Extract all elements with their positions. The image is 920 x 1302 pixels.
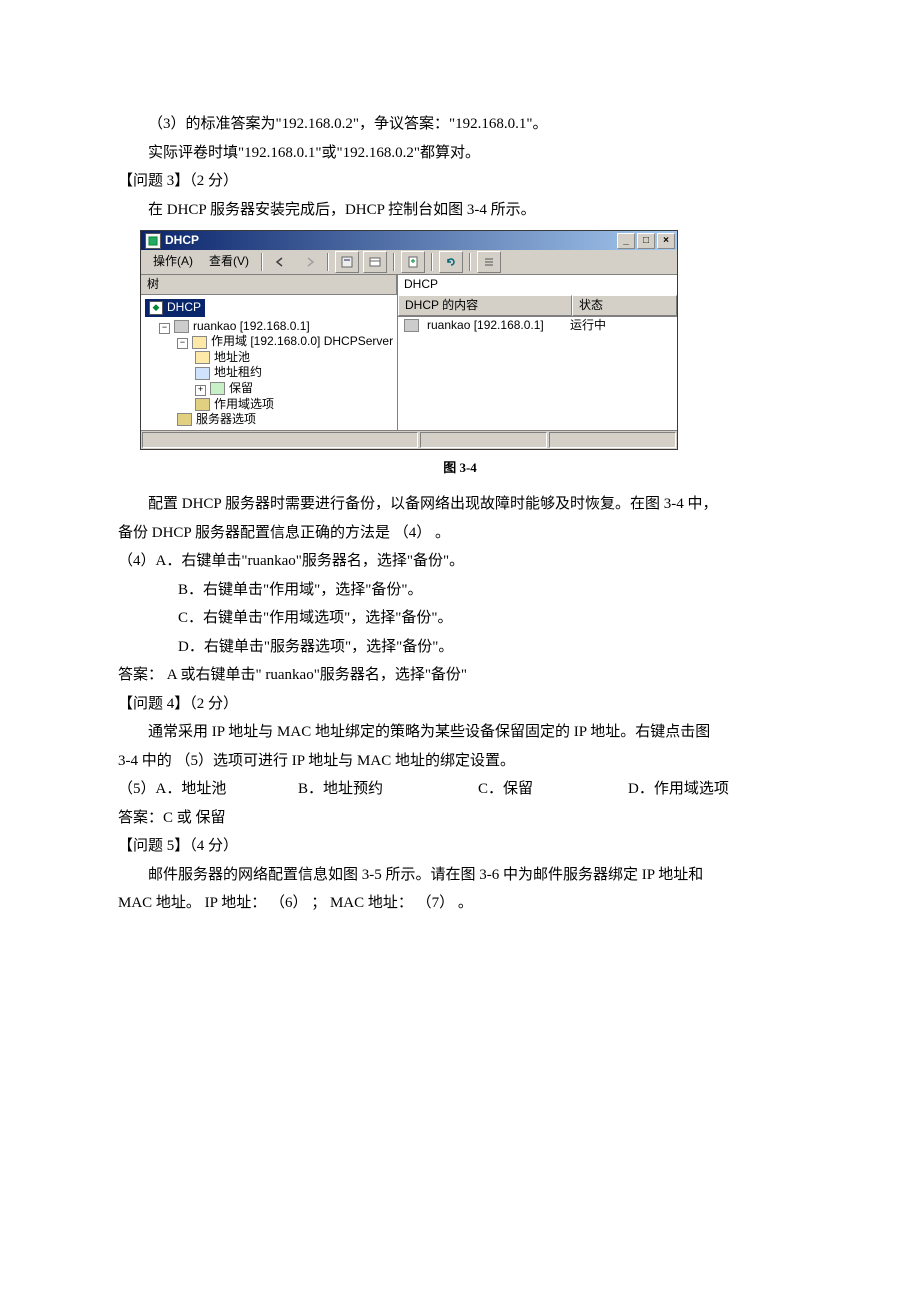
separator [327,253,329,271]
export-icon[interactable] [401,251,425,273]
app-icon [145,233,161,249]
option-5-row: （5）A．地址池 B．地址预约 C．保留 D．作用域选项 [118,775,802,804]
question-5-label: 【问题 5】（4 分） [118,832,802,861]
tree-scope-options[interactable]: 作用域选项 [141,397,397,413]
tree-reserve[interactable]: +保留 [141,381,397,397]
toolbar-icon[interactable] [363,251,387,273]
col-content[interactable]: DHCP 的内容 [398,295,572,317]
menubar: 操作(A) 查看(V) [141,250,677,275]
question-3-label: 【问题 3】（2 分） [118,167,802,196]
separator [431,253,433,271]
option-4c: C．右键单击"作用域选项"，选择"备份"。 [118,604,802,633]
back-button[interactable] [269,251,293,273]
separator [469,253,471,271]
reserve-icon [210,382,225,395]
expand-icon[interactable]: + [195,385,206,396]
maximize-button[interactable]: □ [637,233,655,249]
lease-icon [195,367,210,380]
menu-view[interactable]: 查看(V) [203,252,255,272]
server-icon [174,320,189,333]
list-header: DHCP 的内容 状态 [398,295,677,318]
option-5b: B．地址预约 [298,775,478,804]
folder-icon [195,351,210,364]
refresh-icon[interactable] [439,251,463,273]
question-5-text: 邮件服务器的网络配置信息如图 3-5 所示。请在图 3-6 中为邮件服务器绑定 … [118,861,802,890]
question-3-text: 在 DHCP 服务器安装完成后，DHCP 控制台如图 3-4 所示。 [118,196,802,225]
question-4-text: 通常采用 IP 地址与 MAC 地址绑定的策略为某些设备保留固定的 IP 地址。… [118,718,802,747]
list-title: DHCP [398,275,677,295]
col-status[interactable]: 状态 [572,295,677,317]
option-5c: C．保留 [478,775,628,804]
answer-4: 答案： A 或右键单击" ruankao"服务器名，选择"备份" [118,661,802,690]
option-5a: （5）A．地址池 [118,775,298,804]
figure-caption: 图 3-4 [118,456,802,481]
dhcp-console-window: DHCP _ □ × 操作(A) 查看(V) [140,230,678,450]
console-body: 树 ◆DHCP −ruankao [192.168.0.1] −作用域 [192… [141,275,677,430]
tree-scope[interactable]: −作用域 [192.168.0.0] DHCPServer [141,334,397,350]
question-5-text: MAC 地址。 IP 地址： （6） ； MAC 地址： （7） 。 [118,889,802,918]
list-icon[interactable] [477,251,501,273]
collapse-icon[interactable]: − [159,323,170,334]
paragraph: 实际评卷时填"192.168.0.1"或"192.168.0.2"都算对。 [118,139,802,168]
collapse-icon[interactable]: − [177,338,188,349]
tree-header: 树 [141,275,397,295]
forward-button[interactable] [297,251,321,273]
minimize-button[interactable]: _ [617,233,635,249]
separator [261,253,263,271]
window-title: DHCP [165,233,199,249]
tree-lease[interactable]: 地址租约 [141,365,397,381]
list-row[interactable]: ruankao [192.168.0.1] 运行中 [398,317,677,335]
server-icon [404,319,419,332]
list-pane[interactable]: DHCP DHCP 的内容 状态 ruankao [192.168.0.1] 运… [398,275,677,430]
close-button[interactable]: × [657,233,675,249]
gear-icon [195,398,210,411]
folder-icon [192,336,207,349]
paragraph: （3）的标准答案为"192.168.0.2"，争议答案："192.168.0.1… [118,110,802,139]
paragraph: 配置 DHCP 服务器时需要进行备份，以备网络出现故障时能够及时恢复。在图 3-… [118,490,802,519]
answer-5: 答案：C 或 保留 [118,804,802,833]
titlebar: DHCP _ □ × [141,231,677,250]
tree-pane[interactable]: 树 ◆DHCP −ruankao [192.168.0.1] −作用域 [192… [141,275,398,430]
paragraph: 备份 DHCP 服务器配置信息正确的方法是 （4） 。 [118,519,802,548]
menu-action[interactable]: 操作(A) [147,252,199,272]
option-4b: B．右键单击"作用域"，选择"备份"。 [118,576,802,605]
question-4-text: 3-4 中的 （5）选项可进行 IP 地址与 MAC 地址的绑定设置。 [118,747,802,776]
question-4-label: 【问题 4】（2 分） [118,690,802,719]
tree-pool[interactable]: 地址池 [141,350,397,366]
gear-icon [177,413,192,426]
option-4a: （4）A．右键单击"ruankao"服务器名，选择"备份"。 [118,547,802,576]
dhcp-icon: ◆ [149,301,163,315]
option-5d: D．作用域选项 [628,775,729,804]
toolbar-icon[interactable] [335,251,359,273]
option-4d: D．右键单击"服务器选项"，选择"备份"。 [118,633,802,662]
statusbar [141,430,677,449]
separator [393,253,395,271]
tree-server-options[interactable]: 服务器选项 [141,412,397,428]
tree-root[interactable]: ◆DHCP [145,299,205,317]
tree-server[interactable]: −ruankao [192.168.0.1] [141,319,397,335]
